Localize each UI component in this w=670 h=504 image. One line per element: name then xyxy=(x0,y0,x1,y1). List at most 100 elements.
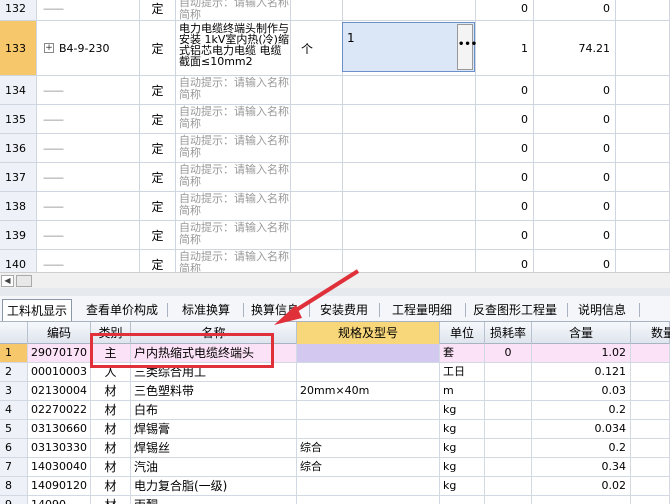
quota-type[interactable]: 定 xyxy=(140,134,176,162)
quota-name[interactable]: 自动提示：请输入名称简称 xyxy=(176,105,291,133)
quota-type[interactable]: 定 xyxy=(140,0,176,20)
resource-row[interactable]: 6 03130330 材焊锡丝 综合 kg 0.2 xyxy=(0,439,670,458)
resource-type[interactable]: 人 xyxy=(91,363,131,381)
quota-row[interactable]: 138 —— 定自动提示：请输入名称简称 0 0 xyxy=(0,192,670,221)
resource-loss-rate[interactable] xyxy=(485,363,532,381)
resource-name[interactable]: 焊锡丝 xyxy=(131,439,297,457)
row-number[interactable]: 132 xyxy=(0,0,37,20)
resource-code[interactable]: 02270022 xyxy=(28,401,91,419)
row-number[interactable]: 4 xyxy=(0,401,28,419)
row-number[interactable]: 2 xyxy=(0,363,28,381)
resource-row[interactable]: 914090…材丙酮 xyxy=(0,496,670,504)
quota-quantity[interactable]: 0 xyxy=(476,134,534,162)
quota-name[interactable]: 自动提示：请输入名称简称 xyxy=(176,250,291,272)
resource-type[interactable]: 材 xyxy=(91,477,131,495)
tab-3[interactable]: 标准换算 xyxy=(174,299,244,321)
resource-type[interactable]: 材 xyxy=(91,496,131,504)
resource-loss-rate[interactable] xyxy=(485,458,532,476)
resource-content[interactable]: 0.03 xyxy=(532,382,631,400)
quota-quantity[interactable]: 0 xyxy=(476,76,534,104)
quota-price[interactable]: 0 xyxy=(534,76,616,104)
header-name[interactable]: 名称 xyxy=(131,322,297,344)
quota-price[interactable]: 74.21 xyxy=(534,21,616,75)
header-unit[interactable]: 单位 xyxy=(440,322,485,344)
header-quantity[interactable]: 数量 xyxy=(631,322,670,344)
tab-5[interactable]: 安装费用 xyxy=(314,299,380,321)
quota-unit[interactable]: 个 xyxy=(291,21,343,75)
splitter[interactable] xyxy=(0,288,670,296)
resource-unit[interactable]: kg xyxy=(440,458,485,476)
resource-type[interactable]: 材 xyxy=(91,420,131,438)
quota-type[interactable]: 定 xyxy=(140,105,176,133)
resource-spec[interactable] xyxy=(297,496,440,504)
row-number[interactable]: 5 xyxy=(0,420,28,438)
quota-name[interactable]: 电力电缆终端头制作与安装 1kV室内热(冷)缩式铝芯电力电缆 电缆截面≤10mm… xyxy=(176,21,291,75)
resource-content[interactable] xyxy=(532,496,631,504)
resource-quantity[interactable] xyxy=(631,439,670,457)
resource-code[interactable]: 29070170 xyxy=(28,344,91,362)
resource-unit[interactable]: 套 xyxy=(440,344,485,362)
row-number[interactable]: 8 xyxy=(0,477,28,495)
resource-row[interactable]: 2 00010003 人三类综合用工 工日 0.121 xyxy=(0,363,670,382)
resource-row[interactable]: 1 29070170 主户内热缩式电缆终端头 套 0 1.02 xyxy=(0,344,670,363)
quota-name[interactable]: 自动提示：请输入名称简称 xyxy=(176,192,291,220)
resource-row[interactable]: 7 14030040 材汽油 综合 kg 0.34 xyxy=(0,458,670,477)
tab-8[interactable]: 说明信息 xyxy=(570,299,640,321)
quantity-expression[interactable] xyxy=(343,250,476,272)
resource-code[interactable]: 03130330 xyxy=(28,439,91,457)
resource-loss-rate[interactable] xyxy=(485,477,532,495)
resource-spec[interactable]: 综合 xyxy=(297,439,440,457)
resource-name[interactable]: 三类综合用工 xyxy=(131,363,297,381)
quantity-expression[interactable] xyxy=(343,0,476,20)
header-loss-rate[interactable]: 损耗率 xyxy=(485,322,532,344)
resource-quantity[interactable] xyxy=(631,382,670,400)
resource-spec[interactable]: 综合 xyxy=(297,458,440,476)
scroll-left-arrow-icon[interactable]: ◀ xyxy=(1,275,14,287)
resource-row[interactable]: 8 14090120 材电力复合脂(一级) kg 0.02 xyxy=(0,477,670,496)
resource-loss-rate[interactable] xyxy=(485,382,532,400)
quota-price[interactable]: 0 xyxy=(534,163,616,191)
quota-row[interactable]: 134 —— 定自动提示：请输入名称简称 0 0 xyxy=(0,76,670,105)
resource-unit[interactable]: kg xyxy=(440,477,485,495)
resource-code[interactable]: 00010003 xyxy=(28,363,91,381)
quota-row[interactable]: 139 —— 定自动提示：请输入名称简称 0 0 xyxy=(0,221,670,250)
resource-name[interactable]: 丙酮 xyxy=(131,496,297,504)
quota-unit[interactable] xyxy=(291,0,343,20)
resource-content[interactable]: 0.2 xyxy=(532,439,631,457)
row-number[interactable]: 134 xyxy=(0,76,37,104)
quantity-expression[interactable] xyxy=(343,105,476,133)
resource-row[interactable]: 3 02130004 材三色塑料带 20mm×40m m 0.03 xyxy=(0,382,670,401)
resource-code[interactable]: 03130660 xyxy=(28,420,91,438)
quota-name[interactable]: 自动提示：请输入名称简称 xyxy=(176,76,291,104)
quantity-expression[interactable] xyxy=(343,221,476,249)
header-type[interactable]: 类别 xyxy=(91,322,131,344)
quantity-expression-input[interactable]: 1 ••• xyxy=(342,22,477,72)
resource-code[interactable]: 14030040 xyxy=(28,458,91,476)
row-number[interactable]: 1 xyxy=(0,344,28,362)
resource-type[interactable]: 材 xyxy=(91,382,131,400)
quota-quantity[interactable]: 1 xyxy=(476,21,534,75)
resource-type[interactable]: 材 xyxy=(91,401,131,419)
quota-row[interactable]: 137 —— 定自动提示：请输入名称简称 0 0 xyxy=(0,163,670,192)
resource-code[interactable]: 14090120 xyxy=(28,477,91,495)
quota-price[interactable]: 0 xyxy=(534,221,616,249)
resource-name[interactable]: 汽油 xyxy=(131,458,297,476)
quota-name[interactable]: 自动提示：请输入名称简称 xyxy=(176,221,291,249)
scroll-thumb[interactable] xyxy=(16,275,32,287)
resource-spec[interactable] xyxy=(297,420,440,438)
resource-name[interactable]: 户内热缩式电缆终端头 xyxy=(131,344,297,362)
quantity-expression[interactable] xyxy=(343,134,476,162)
quota-price[interactable]: 0 xyxy=(534,192,616,220)
quota-unit[interactable] xyxy=(291,134,343,162)
row-number[interactable]: 136 xyxy=(0,134,37,162)
tab-6[interactable]: 工程量明细 xyxy=(384,299,466,321)
quota-name[interactable]: 自动提示：请输入名称简称 xyxy=(176,163,291,191)
resource-spec[interactable] xyxy=(297,401,440,419)
row-number[interactable]: 135 xyxy=(0,105,37,133)
quantity-expression[interactable] xyxy=(343,76,476,104)
quota-type[interactable]: 定 xyxy=(140,192,176,220)
tab-1[interactable]: 工料机显示 xyxy=(2,299,72,321)
resource-unit[interactable]: kg xyxy=(440,401,485,419)
resource-quantity[interactable] xyxy=(631,344,670,362)
resource-content[interactable]: 1.02 xyxy=(532,344,631,362)
